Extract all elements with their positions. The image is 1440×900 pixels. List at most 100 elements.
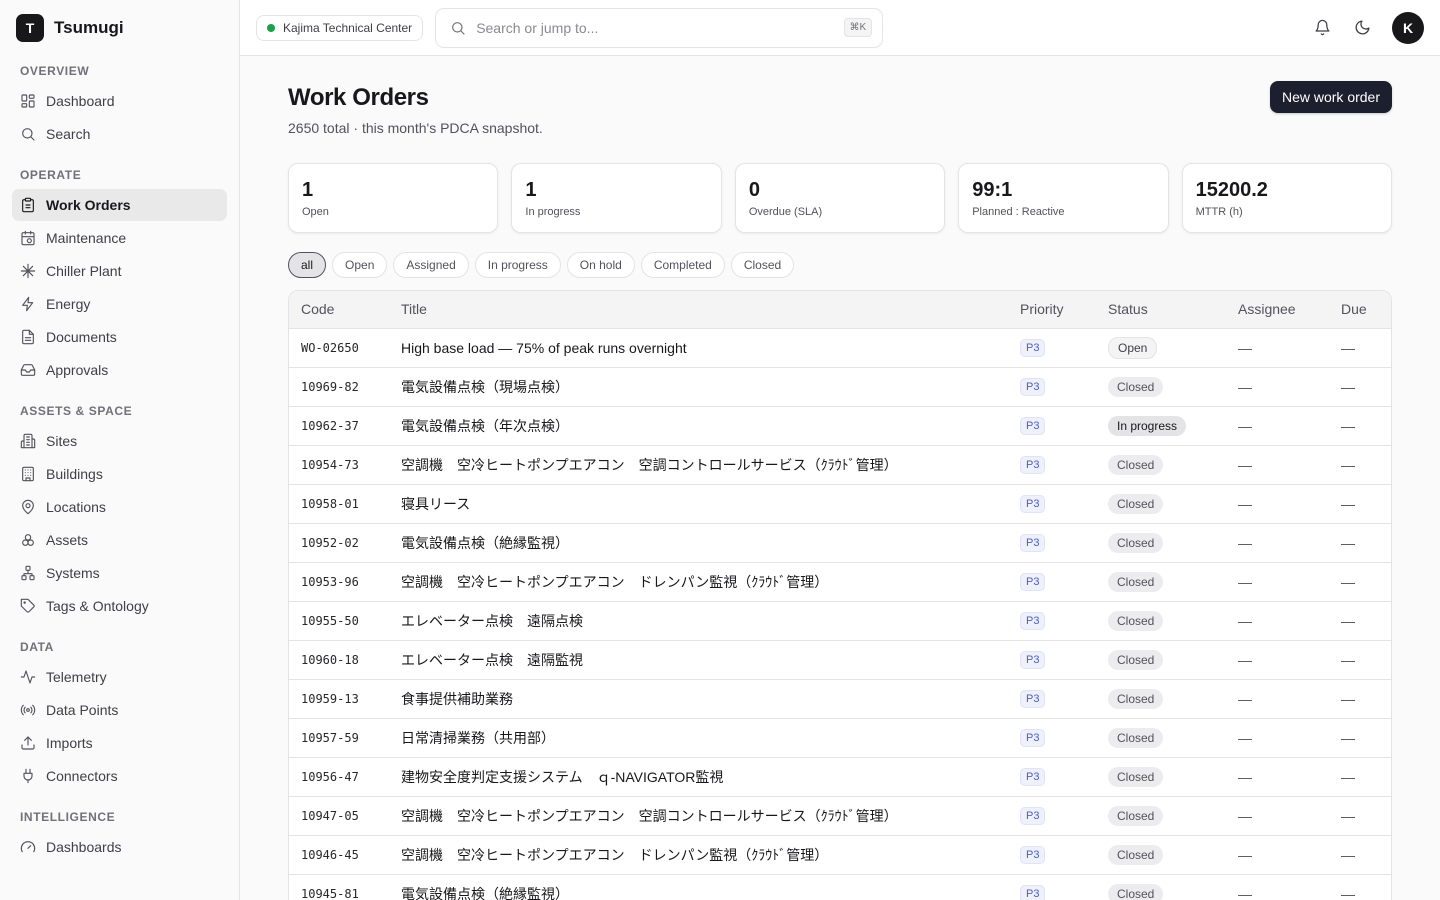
table-row[interactable]: 10953-96 空調機 空冷ヒートポンプエアコン ドレンパン監視（ｸﾗｳﾄﾞ管理…: [289, 562, 1391, 602]
table-row[interactable]: 10954-73 空調機 空冷ヒートポンプエアコン 空調コントロールサービス（ｸﾗ…: [289, 445, 1391, 485]
sidebar-item-imports[interactable]: Imports: [12, 727, 227, 759]
cell-title[interactable]: 寝具リース: [389, 484, 1008, 524]
table-row[interactable]: 10959-13 食事提供補助業務 P3 Closed — —: [289, 679, 1391, 719]
cell-title[interactable]: 食事提供補助業務: [389, 679, 1008, 719]
cell-title[interactable]: 空調機 空冷ヒートポンプエアコン 空調コントロールサービス（ｸﾗｳﾄﾞ管理）: [389, 445, 1008, 485]
new-work-order-button[interactable]: New work order: [1269, 81, 1392, 113]
filter-chip-completed[interactable]: Completed: [640, 252, 725, 278]
sidebar-item-locations[interactable]: Locations: [12, 491, 227, 523]
table-row[interactable]: 10955-50 エレベーター点検 遠隔点検 P3 Closed — —: [289, 601, 1391, 641]
filter-chip-closed[interactable]: Closed: [730, 252, 795, 278]
priority-badge: P3: [1020, 612, 1046, 630]
sidebar-item-work-orders[interactable]: Work Orders: [12, 189, 227, 221]
sidebar-item-label: Assets: [46, 532, 89, 548]
cell-assignee: —: [1226, 835, 1329, 875]
sidebar-item-dashboards[interactable]: Dashboards: [12, 831, 227, 863]
activity-icon: [20, 670, 36, 684]
sidebar: T Tsumugi OVERVIEW Dashboard Search OPERATE…: [0, 0, 240, 900]
sidebar-item-sites[interactable]: Sites: [12, 425, 227, 457]
kpi-card-overdue-sla: 0 Overdue (SLA): [734, 163, 946, 233]
boxes-icon: [22, 534, 34, 546]
cell-title[interactable]: 空調機 空冷ヒートポンプエアコン ドレンパン監視（ｸﾗｳﾄﾞ管理）: [389, 835, 1008, 875]
cell-status: Open: [1096, 328, 1226, 368]
sidebar-item-chiller-plant[interactable]: Chiller Plant: [12, 255, 227, 287]
sidebar-item-buildings[interactable]: Buildings: [12, 458, 227, 490]
sidebar-item-telemetry[interactable]: Telemetry: [12, 661, 227, 693]
table-row[interactable]: 10957-59 日常清掃業務（共用部） P3 Closed — —: [289, 718, 1391, 758]
notifications-button[interactable]: [1306, 12, 1338, 44]
cell-priority: P3: [1008, 328, 1096, 368]
sidebar-item-connectors[interactable]: Connectors: [12, 760, 227, 792]
sidebar-item-search[interactable]: Search: [12, 118, 227, 150]
site-switcher[interactable]: Kajima Technical Center: [256, 14, 424, 41]
filter-chip-open[interactable]: Open: [332, 252, 388, 278]
status-badge: Closed: [1108, 766, 1164, 787]
table-row[interactable]: WO-02650 High base load — 75% of peak run…: [289, 328, 1391, 368]
sidebar-item-energy[interactable]: Energy: [12, 288, 227, 320]
cell-code: 10960-18: [289, 640, 389, 680]
column-header-assignee[interactable]: Assignee: [1226, 291, 1329, 329]
cell-title[interactable]: High base load — 75% of peak runs overni…: [389, 328, 1008, 368]
cell-code: 10956-47: [289, 757, 389, 797]
cell-title[interactable]: エレベーター点検 遠隔点検: [389, 601, 1008, 641]
map-pin-icon: [22, 499, 34, 515]
search-input[interactable]: [476, 19, 834, 36]
kpi-value: 0: [748, 179, 760, 201]
filter-chip-assigned[interactable]: Assigned: [393, 252, 469, 278]
table-row[interactable]: 10969-82 電気設備点検（現場点検） P3 Closed — —: [289, 367, 1391, 407]
cell-code: WO-02650: [289, 328, 389, 368]
filter-chip-in-progress[interactable]: In progress: [474, 252, 561, 278]
nav-section-heading: OPERATE: [20, 168, 82, 182]
column-header-status[interactable]: Status: [1096, 291, 1226, 329]
status-badge: Closed: [1108, 454, 1164, 475]
filter-chip-on-hold[interactable]: On hold: [566, 252, 635, 278]
cell-title[interactable]: 空調機 空冷ヒートポンプエアコン ドレンパン監視（ｸﾗｳﾄﾞ管理）: [389, 562, 1008, 602]
cell-title[interactable]: 電気設備点検（絶縁監視）: [389, 874, 1008, 900]
avatar[interactable]: K: [1392, 11, 1424, 44]
sidebar-item-documents[interactable]: Documents: [12, 321, 227, 353]
grid-icon: [21, 94, 35, 108]
column-header-priority[interactable]: Priority: [1008, 291, 1096, 329]
column-header-due[interactable]: Due: [1329, 291, 1391, 329]
kpi-value: 99:1: [972, 179, 1013, 201]
cell-assignee: —: [1226, 718, 1329, 758]
cell-title[interactable]: 電気設備点検（現場点検）: [389, 367, 1008, 407]
sidebar-item-systems[interactable]: Systems: [12, 557, 227, 589]
status-badge: Closed: [1108, 805, 1164, 826]
network-icon: [21, 565, 35, 581]
table-row[interactable]: 10947-05 空調機 空冷ヒートポンプエアコン 空調コントロールサービス（ｸﾗ…: [289, 796, 1391, 836]
table-row[interactable]: 10946-45 空調機 空冷ヒートポンプエアコン ドレンパン監視（ｸﾗｳﾄﾞ管理…: [289, 835, 1391, 875]
cell-title[interactable]: 日常清掃業務（共用部）: [389, 718, 1008, 758]
cell-title[interactable]: 建物安全度判定支援システム ｑ-NAVIGATOR監視: [389, 757, 1008, 797]
cell-status: Closed: [1096, 718, 1226, 758]
sidebar-item-dashboard[interactable]: Dashboard: [12, 85, 227, 117]
cell-title[interactable]: エレベーター点検 遠隔監視: [389, 640, 1008, 680]
table-row[interactable]: 10952-02 電気設備点検（絶縁監視） P3 Closed — —: [289, 523, 1391, 563]
sidebar-item-approvals[interactable]: Approvals: [12, 354, 227, 386]
brand[interactable]: T Tsumugi: [0, 0, 239, 56]
table-row[interactable]: 10960-18 エレベーター点検 遠隔監視 P3 Closed — —: [289, 640, 1391, 680]
sidebar-item-maintenance[interactable]: Maintenance: [12, 222, 227, 254]
cell-priority: P3: [1008, 874, 1096, 900]
theme-toggle-button[interactable]: [1346, 12, 1378, 44]
cell-due: —: [1329, 601, 1391, 641]
cell-title[interactable]: 空調機 空冷ヒートポンプエアコン 空調コントロールサービス（ｸﾗｳﾄﾞ管理）: [389, 796, 1008, 836]
table-row[interactable]: 10958-01 寝具リース P3 Closed — —: [289, 484, 1391, 524]
cell-code: 10957-59: [289, 718, 389, 758]
page-subtitle: 2650 total · this month's PDCA snapshot.: [288, 120, 543, 136]
cell-assignee: —: [1226, 406, 1329, 446]
column-header-code[interactable]: Code: [289, 291, 389, 329]
search-bar[interactable]: ⌘K: [435, 7, 884, 48]
cell-title[interactable]: 電気設備点検（年次点検）: [389, 406, 1008, 446]
filter-chip-all[interactable]: all: [288, 252, 327, 278]
cell-priority: P3: [1008, 835, 1096, 875]
column-header-title[interactable]: Title: [389, 291, 1008, 329]
cell-title[interactable]: 電気設備点検（絶縁監視）: [389, 523, 1008, 563]
sidebar-item-assets[interactable]: Assets: [12, 524, 227, 556]
table-row[interactable]: 10956-47 建物安全度判定支援システム ｑ-NAVIGATOR監視 P3 Clo…: [289, 757, 1391, 797]
cell-due: —: [1329, 874, 1391, 900]
sidebar-item-tags-and-ontology[interactable]: Tags & Ontology: [12, 590, 227, 622]
table-row[interactable]: 10962-37 電気設備点検（年次点検） P3 In progress — —: [289, 406, 1391, 446]
table-row[interactable]: 10945-81 電気設備点検（絶縁監視） P3 Closed — —: [289, 874, 1391, 900]
sidebar-item-data-points[interactable]: Data Points: [12, 694, 227, 726]
